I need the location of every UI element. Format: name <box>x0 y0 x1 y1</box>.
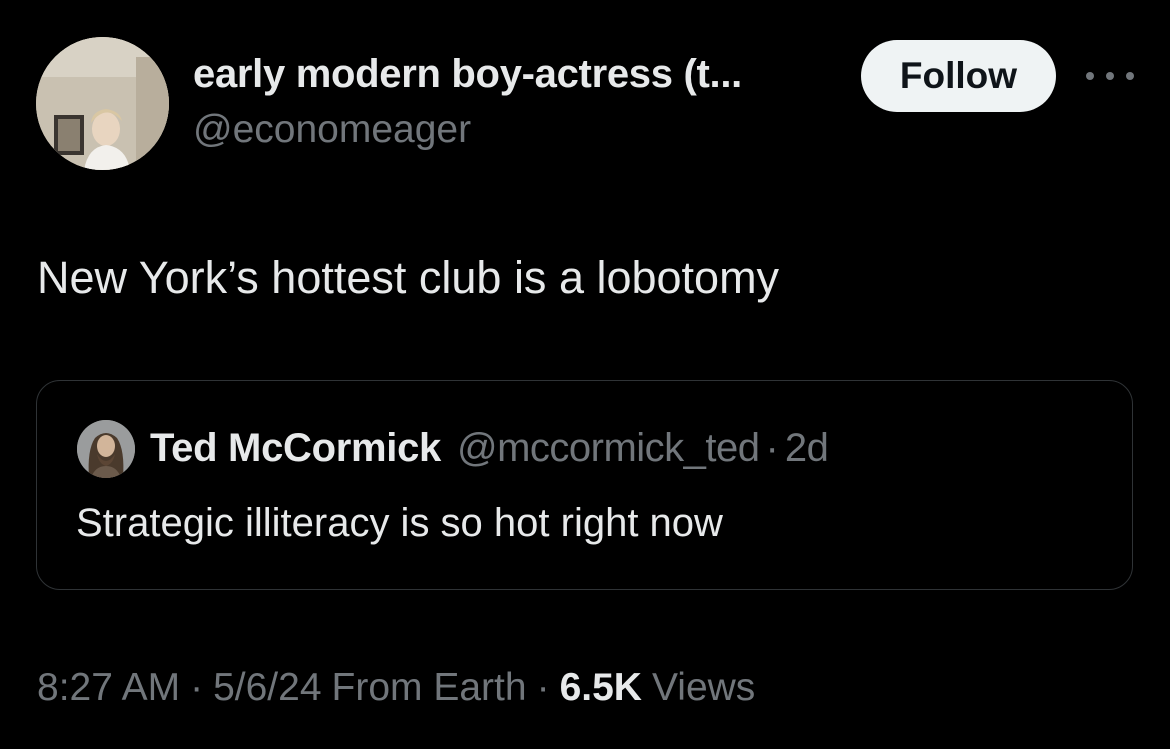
quoted-tweet-header: Ted McCormick @mccormick_ted · 2d <box>150 426 829 471</box>
tweet-meta: 8:27 AM · 5/6/24 From Earth · 6.5K Views <box>37 666 755 710</box>
author-display-name[interactable]: early modern boy-actress (t... <box>193 52 742 97</box>
quoted-author-name[interactable]: Ted McCormick <box>150 426 441 471</box>
quoted-avatar-image <box>77 420 135 478</box>
quoted-author-avatar[interactable] <box>77 420 135 478</box>
more-dot <box>1086 72 1094 80</box>
author-handle[interactable]: @economeager <box>193 108 471 152</box>
views-count[interactable]: 6.5K <box>560 666 642 710</box>
follow-button[interactable]: Follow <box>861 40 1056 112</box>
quoted-tweet-card[interactable]: Ted McCormick @mccormick_ted · 2d Strate… <box>36 380 1133 590</box>
separator-dot: · <box>765 426 779 470</box>
quoted-tweet-text: Strategic illiteracy is so hot right now <box>76 501 723 545</box>
tweet-location: From Earth <box>331 666 527 709</box>
tweet-date[interactable]: 5/6/24 <box>213 666 321 710</box>
author-avatar[interactable] <box>36 37 169 170</box>
quoted-author-handle[interactable]: @mccormick_ted <box>457 426 760 471</box>
separator-dot: · <box>536 666 550 709</box>
more-dot <box>1106 72 1114 80</box>
author-avatar-image <box>36 37 169 170</box>
tweet-text: New York’s hottest club is a lobotomy <box>37 252 780 303</box>
more-dot <box>1126 72 1134 80</box>
more-horizontal-icon[interactable] <box>1086 62 1134 90</box>
tweet-page: early modern boy-actress (t... @economea… <box>0 0 1170 749</box>
quoted-tweet-time[interactable]: 2d <box>785 426 829 471</box>
views-label: Views <box>651 666 756 709</box>
tweet-time[interactable]: 8:27 AM <box>37 666 180 710</box>
separator-dot: · <box>190 666 204 709</box>
